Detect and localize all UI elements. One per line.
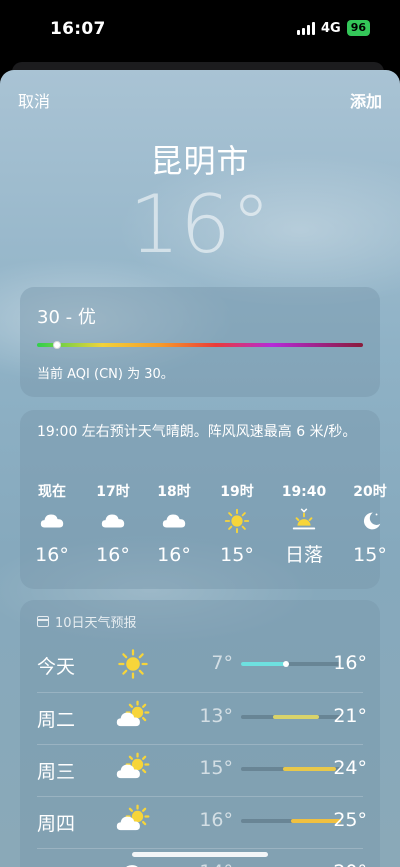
hourly-summary: 19:00 左右预计天气晴朗。阵风风速最高 6 米/秒。 xyxy=(37,424,357,440)
day-high-temp: 25° xyxy=(333,809,367,831)
day-low-temp: 7° xyxy=(211,652,233,674)
day-name: 周五 xyxy=(37,861,75,867)
add-button[interactable]: 添加 xyxy=(350,88,382,112)
day-low-temp: 16° xyxy=(199,809,233,831)
daily-row[interactable]: 今天 7° 16° xyxy=(37,640,367,692)
daily-row[interactable]: 周四 16° 25° xyxy=(37,796,367,848)
hourly-item: 17时 16° xyxy=(83,482,143,570)
temperature-range-fill xyxy=(241,662,286,666)
hour-label: 18时 xyxy=(157,484,191,500)
status-time: 16:07 xyxy=(50,19,106,39)
hourly-list[interactable]: 现在 16° 17时 16° 18时 16° 19时 15° 19:40 日落 20时 1… xyxy=(20,482,387,582)
hourly-forecast-card[interactable]: 19:00 左右预计天气晴朗。阵风风速最高 6 米/秒。 现在 16° 17时 1… xyxy=(20,410,387,589)
current-temperature: 16° xyxy=(129,178,271,271)
temperature-range-fill xyxy=(273,715,319,719)
hour-label: 现在 xyxy=(38,484,66,500)
partly-cloudy-icon xyxy=(115,751,151,787)
cloud-icon xyxy=(83,502,143,540)
hour-temp: 16° xyxy=(96,544,130,566)
cloud-icon xyxy=(144,502,204,540)
aqi-card[interactable]: 30 - 优 当前 AQI (CN) 为 30。 xyxy=(20,287,380,397)
status-icons: 4G 96 xyxy=(296,20,370,36)
hourly-item: 现在 16° xyxy=(22,482,82,570)
aqi-scale-bar xyxy=(37,341,363,349)
network-label: 4G xyxy=(320,20,341,36)
hourly-item: 18时 16° xyxy=(144,482,204,570)
partly-cloudy-icon xyxy=(115,699,151,735)
moon-icon xyxy=(340,502,400,540)
day-low-temp: 14° xyxy=(175,861,233,867)
day-name: 今天 xyxy=(37,656,76,678)
partly-cloudy-icon xyxy=(115,803,151,839)
sun-icon xyxy=(115,646,151,682)
aqi-indicator-dot xyxy=(52,341,61,349)
aqi-title: 30 - 优 xyxy=(37,307,96,328)
cloud-icon xyxy=(22,502,82,540)
daily-forecast-card[interactable]: 10日天气预报 今天 7° 16° 周二 13° 21° 周三 15° 24° 周四 … xyxy=(20,600,380,867)
calendar-icon xyxy=(37,616,49,627)
aqi-description: 当前 AQI (CN) 为 30。 xyxy=(37,367,174,382)
hour-temp: 16° xyxy=(157,544,191,566)
cancel-button[interactable]: 取消 xyxy=(18,88,50,112)
hour-label: 20时 xyxy=(353,484,387,500)
daily-row[interactable]: 周五 14° 20° xyxy=(37,848,367,867)
hour-temp: 15° xyxy=(220,544,254,566)
day-high-temp: 21° xyxy=(333,705,367,727)
weather-sheet: 取消 添加 昆明市 16° 30 - 优 当前 AQI (CN) 为 30。 1… xyxy=(0,70,400,867)
hour-label: 19时 xyxy=(220,484,254,500)
hour-label: 19:40 xyxy=(281,484,327,500)
day-low-temp: 13° xyxy=(199,705,233,727)
day-name: 周二 xyxy=(37,709,76,731)
signal-icon xyxy=(296,21,315,35)
hourly-item: 20时 15° xyxy=(340,482,400,570)
hour-label: 17时 xyxy=(96,484,130,500)
daily-row[interactable]: 周三 15° 24° xyxy=(37,744,367,796)
daily-header-label: 10日天气预报 xyxy=(55,616,137,631)
current-temp-marker xyxy=(283,661,289,667)
day-low-temp: 15° xyxy=(199,757,233,779)
temperature-range-bar xyxy=(241,767,341,771)
home-indicator[interactable] xyxy=(132,852,268,857)
day-high-temp: 16° xyxy=(333,652,367,674)
temperature-range-bar xyxy=(241,819,341,823)
temperature-range-bar xyxy=(241,661,341,667)
hour-temp: 16° xyxy=(35,544,69,566)
temperature-range-bar xyxy=(241,715,341,719)
daily-header: 10日天气预报 xyxy=(37,612,137,631)
sun-icon xyxy=(207,502,267,540)
hour-temp: 15° xyxy=(353,544,387,566)
day-name: 周四 xyxy=(37,813,76,835)
hour-temp: 日落 xyxy=(284,544,323,566)
day-name: 周三 xyxy=(37,761,76,783)
temperature-range-fill xyxy=(283,767,336,771)
sunset-icon xyxy=(274,502,334,540)
battery-icon: 96 xyxy=(346,20,370,36)
daily-row[interactable]: 周二 13° 21° xyxy=(37,692,367,744)
hourly-item: 19:40 日落 xyxy=(274,482,334,570)
day-high-temp: 20° xyxy=(333,861,367,867)
status-bar: 16:07 4G 96 xyxy=(0,0,400,72)
day-high-temp: 24° xyxy=(333,757,367,779)
hourly-item: 19时 15° xyxy=(207,482,267,570)
city-name: 昆明市 xyxy=(150,142,250,180)
